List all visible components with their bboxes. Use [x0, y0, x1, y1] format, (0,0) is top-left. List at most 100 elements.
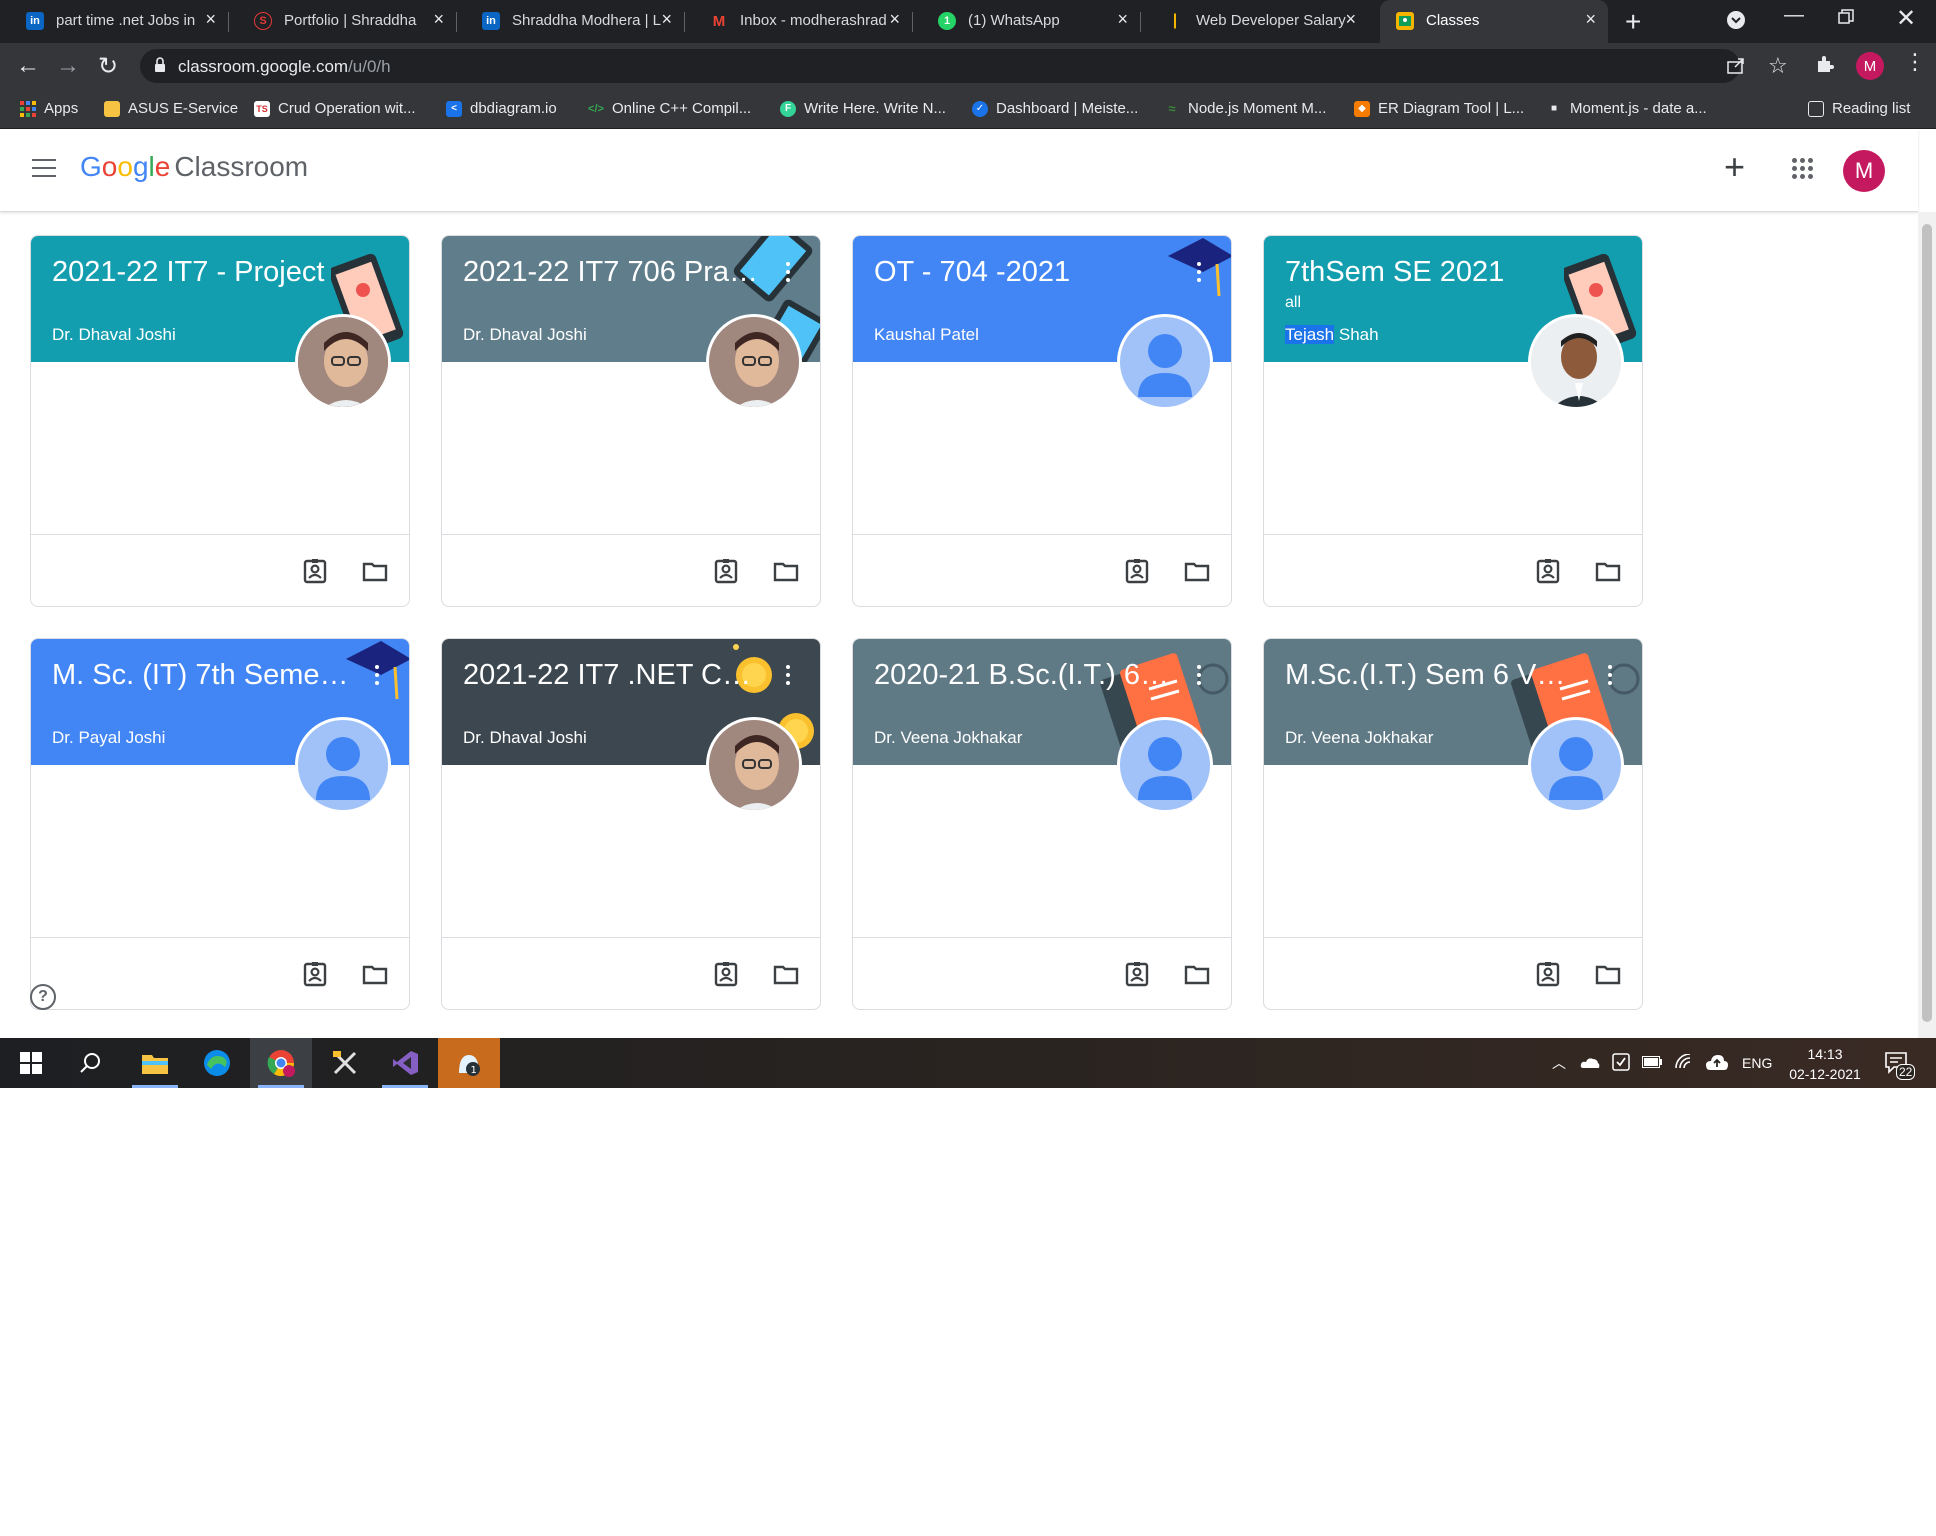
chevron-up-icon[interactable]: ︿ — [1552, 1053, 1566, 1073]
class-title[interactable]: 7thSem SE 2021 — [1285, 256, 1585, 289]
defender-icon[interactable] — [1612, 1052, 1630, 1074]
main-menu-icon[interactable] — [32, 159, 56, 177]
class-card[interactable]: OT - 704 -2021 Kaushal Patel — [852, 235, 1232, 607]
class-card[interactable]: M.Sc.(I.T.) Sem 6 VNS... Dr. Veena Jokha… — [1263, 638, 1643, 1010]
class-title[interactable]: M. Sc. (IT) 7th Semest... — [52, 659, 352, 692]
reload-icon[interactable]: ↻ — [98, 52, 118, 81]
class-card[interactable]: 2021-22 IT7 706 Pract... Dr. Dhaval Josh… — [441, 235, 821, 607]
assignment-ind-icon[interactable] — [301, 960, 329, 988]
tab-search-icon[interactable] — [1726, 10, 1746, 36]
minimize-icon[interactable]: — — [1784, 4, 1804, 27]
chrome-icon[interactable] — [250, 1038, 312, 1088]
folder-icon[interactable] — [1594, 960, 1622, 988]
reading-list-button[interactable]: Reading list — [1808, 100, 1910, 117]
google-classroom-logo[interactable]: Google Classroom — [80, 151, 308, 183]
card-more-options-icon[interactable] — [778, 260, 798, 290]
extensions-icon[interactable] — [1814, 53, 1836, 80]
more-menu-icon[interactable]: ⋮ — [1904, 49, 1926, 75]
card-more-options-icon[interactable] — [1600, 663, 1620, 693]
browser-tab[interactable]: 1 (1) WhatsApp × — [912, 0, 1140, 43]
file-explorer-icon[interactable] — [124, 1038, 186, 1088]
clock[interactable]: 14:13 02-12-2021 — [1780, 1044, 1870, 1084]
browser-tab[interactable]: in part time .net Jobs in × — [0, 0, 228, 43]
class-card[interactable]: 2020-21 B.Sc.(I.T.) 6th... Dr. Veena Jok… — [852, 638, 1232, 1010]
close-icon[interactable]: × — [205, 9, 216, 30]
close-icon[interactable]: × — [889, 9, 900, 30]
browser-tab[interactable]: | Web Developer Salary × — [1140, 0, 1368, 43]
add-class-button[interactable]: + — [1724, 149, 1745, 185]
card-more-options-icon[interactable] — [1189, 663, 1209, 693]
class-title[interactable]: OT - 704 -2021 — [874, 256, 1174, 289]
notification-app-icon[interactable]: 1 — [438, 1038, 500, 1088]
browser-tab[interactable]: M Inbox - modherashrad × — [684, 0, 912, 43]
folder-icon[interactable] — [1594, 557, 1622, 585]
windows-start-icon[interactable] — [0, 1038, 62, 1088]
class-title[interactable]: 2021-22 IT7 706 Pract... — [463, 256, 763, 289]
folder-icon[interactable] — [361, 960, 389, 988]
assignment-ind-icon[interactable] — [1123, 557, 1151, 585]
address-bar[interactable]: classroom.google.com/u/0/h ☆ — [140, 49, 1788, 83]
folder-icon[interactable] — [772, 960, 800, 988]
language-indicator[interactable]: ENG — [1742, 1055, 1772, 1071]
account-avatar[interactable]: M — [1843, 150, 1885, 192]
close-window-icon[interactable]: ✕ — [1896, 4, 1916, 33]
forward-icon[interactable]: → — [56, 52, 80, 80]
bookmark-dashboard[interactable]: ✓ Dashboard | Meiste... — [972, 100, 1138, 117]
class-card[interactable]: 2021-22 IT7 .NET Core Dr. Dhaval Joshi — [441, 638, 821, 1010]
card-more-options-icon[interactable] — [367, 663, 387, 693]
close-icon[interactable]: × — [661, 9, 672, 30]
bookmark-dbdiagram[interactable]: < dbdiagram.io — [446, 100, 557, 117]
class-title[interactable]: 2020-21 B.Sc.(I.T.) 6th... — [874, 659, 1174, 692]
battery-icon[interactable] — [1642, 1055, 1662, 1071]
assignment-ind-icon[interactable] — [1534, 557, 1562, 585]
bookmark-apps[interactable]: Apps — [20, 100, 78, 117]
class-title[interactable]: 2021-22 IT7 .NET Core — [463, 659, 763, 692]
scroll-thumb[interactable] — [1922, 224, 1932, 1022]
assignment-ind-icon[interactable] — [1534, 960, 1562, 988]
assignment-ind-icon[interactable] — [712, 557, 740, 585]
bookmark-star-icon[interactable]: ☆ — [1768, 53, 1788, 79]
bookmark-momentjs[interactable]: ■ Moment.js - date a... — [1546, 100, 1707, 117]
bookmark-write[interactable]: F Write Here. Write N... — [780, 100, 946, 117]
page-scrollbar[interactable] — [1918, 212, 1936, 1038]
notification-center-icon[interactable]: 22 — [1884, 1038, 1916, 1088]
assignment-ind-icon[interactable] — [1123, 960, 1151, 988]
bookmark-cpp[interactable]: </> Online C++ Compil... — [588, 100, 751, 117]
folder-icon[interactable] — [1183, 960, 1211, 988]
class-title[interactable]: M.Sc.(I.T.) Sem 6 VNS... — [1285, 659, 1585, 692]
folder-icon[interactable] — [1183, 557, 1211, 585]
share-icon[interactable] — [1726, 57, 1746, 80]
google-apps-icon[interactable] — [1792, 158, 1814, 180]
bookmark-node-moment[interactable]: ≈ Node.js Moment M... — [1164, 100, 1326, 117]
card-more-options-icon[interactable] — [1189, 260, 1209, 290]
tools-icon[interactable] — [314, 1038, 376, 1088]
search-icon[interactable] — [60, 1038, 122, 1088]
bookmark-asus[interactable]: ASUS E-Service — [104, 100, 238, 117]
bookmark-crud[interactable]: TS Crud Operation wit... — [254, 100, 416, 117]
close-icon[interactable]: × — [1345, 9, 1356, 30]
browser-tab[interactable]: in Shraddha Modhera | L × — [456, 0, 684, 43]
class-card[interactable]: 7thSem SE 2021 all Tejash Shah — [1263, 235, 1643, 607]
assignment-ind-icon[interactable] — [301, 557, 329, 585]
folder-icon[interactable] — [772, 557, 800, 585]
onedrive-icon[interactable] — [1580, 1055, 1600, 1071]
assignment-ind-icon[interactable] — [712, 960, 740, 988]
close-icon[interactable]: × — [1117, 9, 1128, 30]
folder-icon[interactable] — [361, 557, 389, 585]
browser-tab[interactable]: S Portfolio | Shraddha × — [228, 0, 456, 43]
class-card[interactable]: 2021-22 IT7 - Project Dr. Dhaval Joshi — [30, 235, 410, 607]
new-tab-button[interactable]: + — [1625, 6, 1641, 38]
profile-avatar[interactable]: M — [1856, 52, 1884, 80]
card-more-options-icon[interactable] — [778, 663, 798, 693]
bookmark-er-diagram[interactable]: ◆ ER Diagram Tool | L... — [1354, 100, 1524, 117]
back-icon[interactable]: ← — [16, 52, 40, 80]
close-icon[interactable]: × — [1585, 9, 1596, 30]
restore-icon[interactable] — [1838, 8, 1854, 31]
wifi-icon[interactable] — [1674, 1052, 1694, 1073]
help-icon[interactable]: ? — [30, 984, 56, 1010]
browser-tab-active[interactable]: Classes × — [1380, 0, 1608, 43]
edge-icon[interactable] — [186, 1038, 248, 1088]
close-icon[interactable]: × — [433, 9, 444, 30]
visual-studio-icon[interactable] — [374, 1038, 436, 1088]
class-card[interactable]: M. Sc. (IT) 7th Semest... Dr. Payal Josh… — [30, 638, 410, 1010]
